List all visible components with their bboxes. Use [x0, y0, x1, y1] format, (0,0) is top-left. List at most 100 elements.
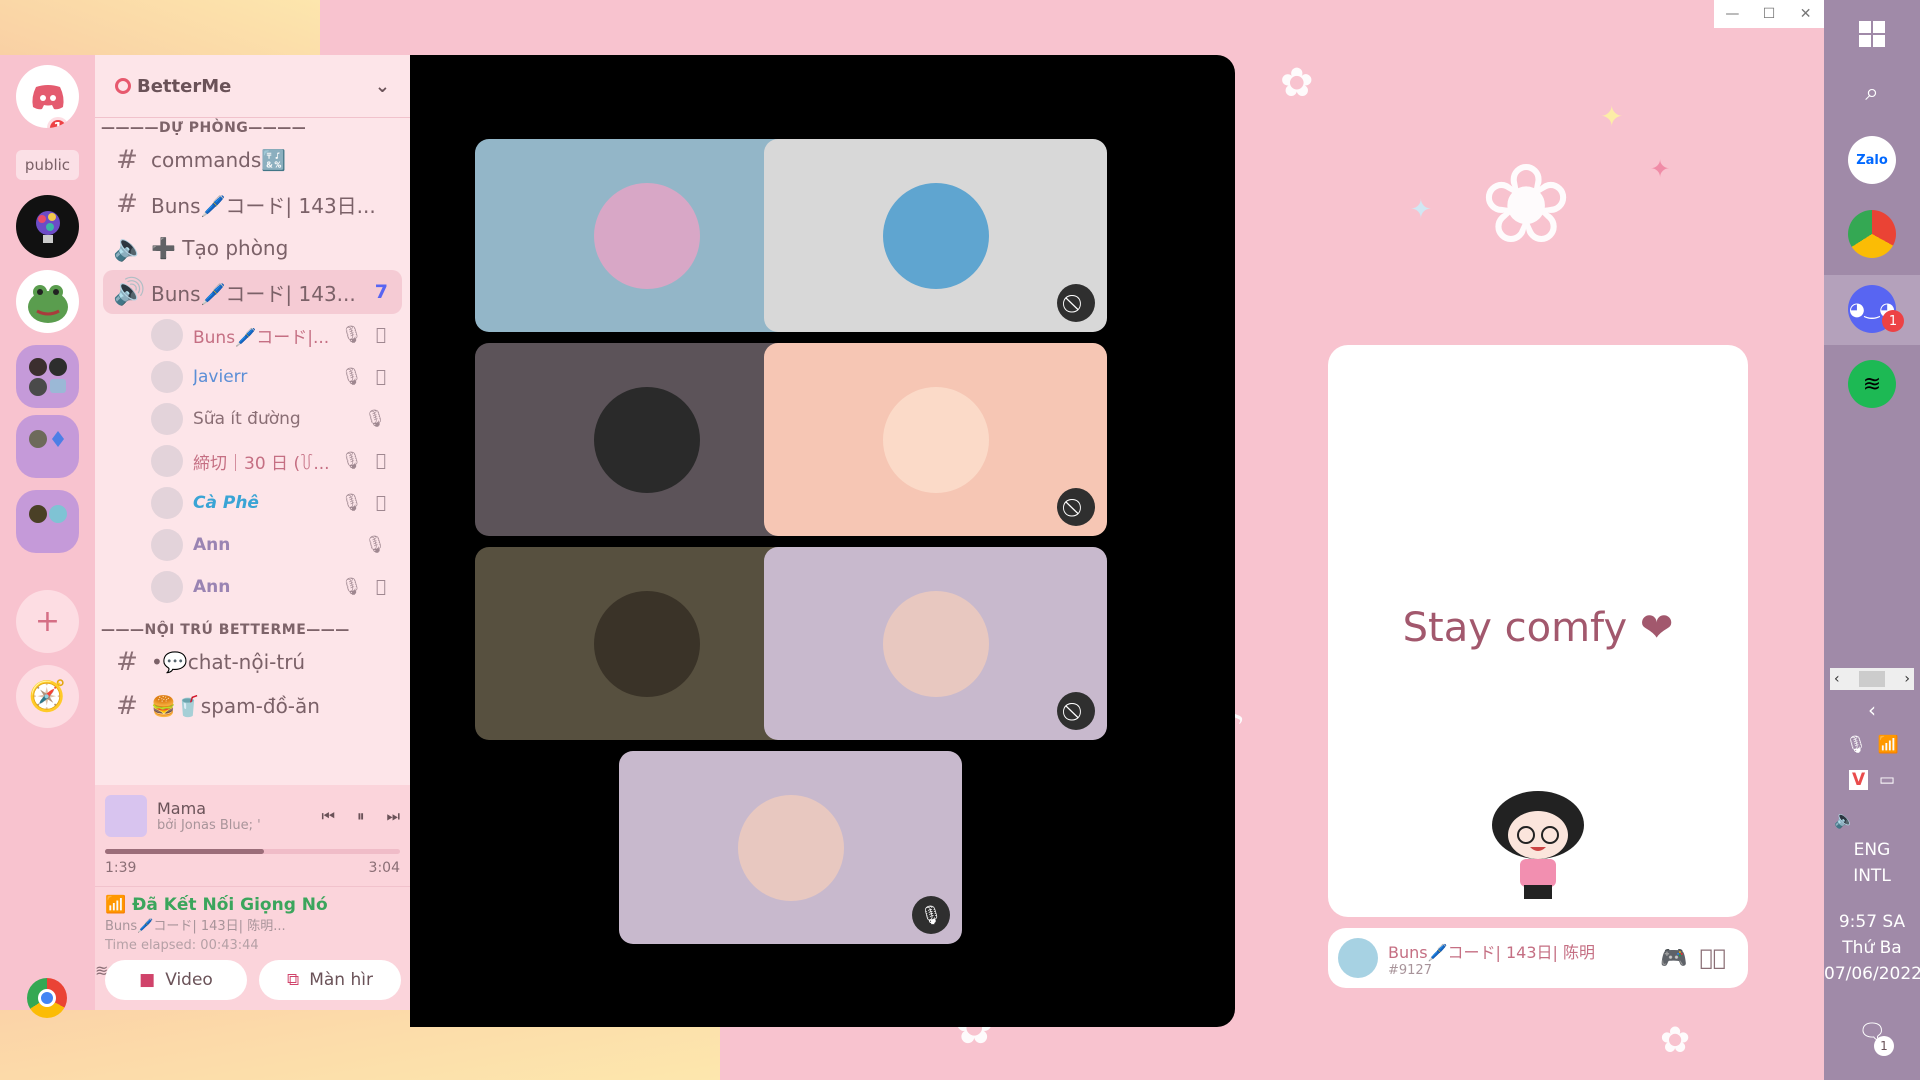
- music-player: Mama bởi Jonas Blue; ' ⏮ ⏸ ⏭: [95, 785, 410, 837]
- category-header[interactable]: ————DỰ PHÒNG————: [95, 118, 410, 138]
- avatar: [151, 361, 183, 393]
- avatar: [151, 571, 183, 603]
- zalo-icon[interactable]: Zalo: [1848, 136, 1896, 184]
- language-indicator[interactable]: ENG INTL: [1824, 840, 1920, 886]
- folder-avatars-icon: [28, 429, 64, 448]
- next-icon[interactable]: ⏭: [386, 807, 400, 825]
- screen-share-button[interactable]: ⧉ Màn hìr: [259, 960, 401, 1000]
- category-header[interactable]: ———NỘI TRÚ BETTERME———: [95, 620, 410, 640]
- text-channel[interactable]: # 🍔🥤spam-đồ-ăn: [95, 684, 410, 728]
- chevron-down-icon[interactable]: ⌄: [375, 76, 390, 97]
- voice-user[interactable]: Sữa ít đường 🎙: [95, 398, 410, 440]
- user-panel: Mama bởi Jonas Blue; ' ⏮ ⏸ ⏭ 1:39 3:04 📶…: [95, 785, 410, 1010]
- voice-user[interactable]: Buns🖊️コード|... 🎙 ⃠: [95, 314, 410, 356]
- microphone-icon[interactable]: 🎙: [1845, 735, 1867, 755]
- chevron-left-icon[interactable]: ‹: [1834, 671, 1840, 687]
- server-icon[interactable]: [16, 270, 79, 333]
- participant-avatar: [593, 590, 700, 697]
- discord-icon: [31, 84, 64, 109]
- lightbulb-icon: [35, 210, 60, 243]
- user-count: 7: [374, 281, 388, 303]
- voice-user[interactable]: 締切｜30 日 (꒦... 🎙 ⃠: [95, 440, 410, 482]
- wifi-icon[interactable]: 📶: [1878, 735, 1899, 755]
- server-icon[interactable]: [16, 195, 79, 258]
- participant-avatar: [882, 386, 989, 493]
- taskbar-scroller[interactable]: ‹ ›: [1830, 668, 1914, 690]
- voice-user-name: Ann: [193, 535, 231, 555]
- server-folder[interactable]: [16, 490, 79, 553]
- video-tile[interactable]: ⃠: [764, 343, 1107, 536]
- hash-icon: #: [116, 189, 138, 219]
- voice-user-name: 締切｜30 日 (꒦...: [193, 453, 330, 474]
- discord-badge: 1: [1882, 310, 1904, 332]
- tray-expand-icon[interactable]: ‹: [1824, 698, 1920, 722]
- explore-servers-button[interactable]: 🧭: [16, 665, 79, 728]
- voice-user[interactable]: Ann 🎙 ⃠: [95, 566, 410, 608]
- channel-sidebar: BetterMe ⌄ ————DỰ PHÒNG———— # commands🔣 …: [95, 55, 410, 785]
- video-button[interactable]: ■ Video: [105, 960, 247, 1000]
- sparkle-decoration: ✦: [1600, 100, 1624, 133]
- participant-avatar: [882, 590, 989, 697]
- camera-icon: ■: [139, 970, 156, 990]
- server-folder[interactable]: [16, 345, 79, 408]
- mic-off-icon[interactable]: 🎙: [1700, 946, 1738, 971]
- notification-badge: 1: [47, 117, 69, 128]
- channel-label: commands🔣: [151, 148, 287, 172]
- vivaldi-icon[interactable]: V: [1848, 770, 1869, 790]
- discord-home-button[interactable]: 1: [16, 65, 79, 128]
- video-stage: ⃠⃠🎙⃠⃠⃠🎙: [410, 55, 1235, 1027]
- voice-channel[interactable]: 🔈 ➕ Tạo phòng: [95, 226, 410, 270]
- avatar: [151, 487, 183, 519]
- text-channel[interactable]: # •💬chat-nội-trú: [95, 640, 410, 684]
- channel-label: ➕ Tạo phòng: [151, 236, 289, 260]
- guild-name: BetterMe: [137, 75, 232, 97]
- guild-header[interactable]: BetterMe ⌄: [95, 55, 410, 118]
- lily-decoration: ❀: [1480, 140, 1573, 268]
- folder-avatars-icon: [28, 357, 67, 396]
- chrome-icon[interactable]: [27, 978, 67, 1018]
- clock[interactable]: 9:57 SA Thứ Ba 07/06/2022: [1824, 912, 1920, 984]
- avatar: [151, 529, 183, 561]
- voice-user[interactable]: Javierr 🎙 ⃠: [95, 356, 410, 398]
- voice-status-icons: 🎙: [364, 409, 394, 429]
- server-folder[interactable]: [16, 415, 79, 478]
- volume-icon[interactable]: 🔈: [1824, 810, 1920, 830]
- voice-status-icons: 🎙: [364, 535, 394, 555]
- close-icon[interactable]: ✕: [1791, 6, 1821, 22]
- avatar: [151, 403, 183, 435]
- search-icon[interactable]: ⌕: [1848, 68, 1896, 116]
- participant-avatar: [882, 182, 989, 289]
- voice-channel-name[interactable]: Buns🖊️コード| 143日| 陈明...: [105, 915, 400, 934]
- pause-icon[interactable]: ⏸: [357, 807, 365, 825]
- battery-icon[interactable]: ▭: [1879, 770, 1895, 790]
- hash-icon: #: [116, 145, 138, 175]
- channel-label: Buns🖊️コード| 143...: [151, 281, 356, 306]
- spotify-icon[interactable]: ≋: [1848, 360, 1896, 408]
- text-channel[interactable]: # commands🔣: [95, 138, 410, 182]
- chrome-taskbar-icon[interactable]: [1848, 210, 1896, 258]
- add-server-button[interactable]: +: [16, 590, 79, 653]
- minimize-icon[interactable]: —: [1717, 6, 1747, 22]
- notification-center-icon[interactable]: 🗨: [1824, 1020, 1920, 1045]
- chevron-right-icon[interactable]: ›: [1904, 671, 1910, 687]
- frog-icon: [27, 284, 68, 323]
- text-channel[interactable]: # Buns🖊️コード| 143日...: [95, 182, 410, 226]
- previous-icon[interactable]: ⏮: [321, 807, 335, 825]
- window-controls: — ☐ ✕: [1714, 0, 1824, 28]
- maximize-icon[interactable]: ☐: [1754, 6, 1784, 22]
- voice-user[interactable]: Cà Phê 🎙 ⃠: [95, 482, 410, 524]
- sparkle-decoration: ✦: [1650, 155, 1671, 183]
- voice-user[interactable]: Ann 🎙: [95, 524, 410, 566]
- gamepad-icon[interactable]: 🎮: [1660, 946, 1699, 971]
- video-tile[interactable]: ⃠: [764, 547, 1107, 740]
- username: Buns🖊️コード| 143日| 陈明: [1388, 942, 1596, 962]
- speaker-icon: 🔊: [113, 277, 146, 307]
- voice-status-icons: 🎙 ⃠: [340, 493, 394, 513]
- voice-user-name: Cà Phê: [193, 493, 259, 513]
- voice-status-icons: 🎙 ⃠: [340, 577, 394, 597]
- video-tile[interactable]: 🎙: [619, 751, 962, 944]
- video-tile[interactable]: ⃠: [764, 139, 1107, 332]
- active-voice-channel[interactable]: 🔊 Buns🖊️コード| 143... 7: [103, 270, 402, 314]
- user-card[interactable]: Buns🖊️コード| 143日| 陈明 #9127 🎮🎙⃠: [1328, 928, 1748, 988]
- windows-start-icon[interactable]: [1848, 10, 1896, 58]
